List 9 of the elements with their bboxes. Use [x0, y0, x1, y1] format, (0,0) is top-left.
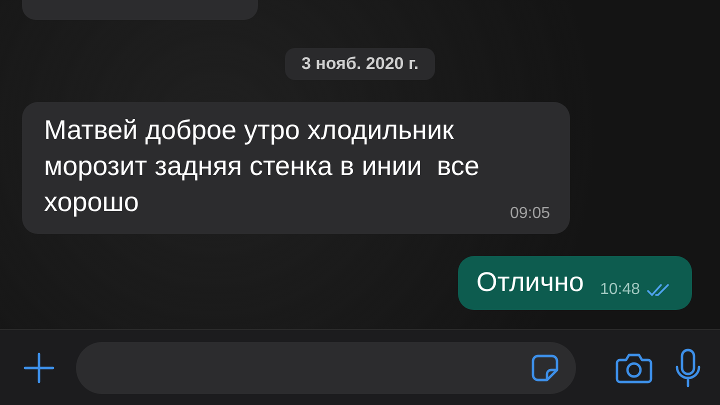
sticker-icon[interactable] [530, 352, 560, 382]
microphone-button[interactable] [674, 348, 702, 388]
message-text: Отлично [476, 266, 584, 299]
message-time: 09:05 [510, 204, 550, 224]
message-time: 10:48 [600, 280, 640, 300]
message-input[interactable] [76, 342, 576, 394]
add-button[interactable] [22, 350, 56, 384]
date-divider: 3 нояб. 2020 г. [285, 48, 435, 80]
message-text: Матвей доброе утро хлодильник морозит задняя стенка в инии все хорошо [44, 114, 480, 219]
